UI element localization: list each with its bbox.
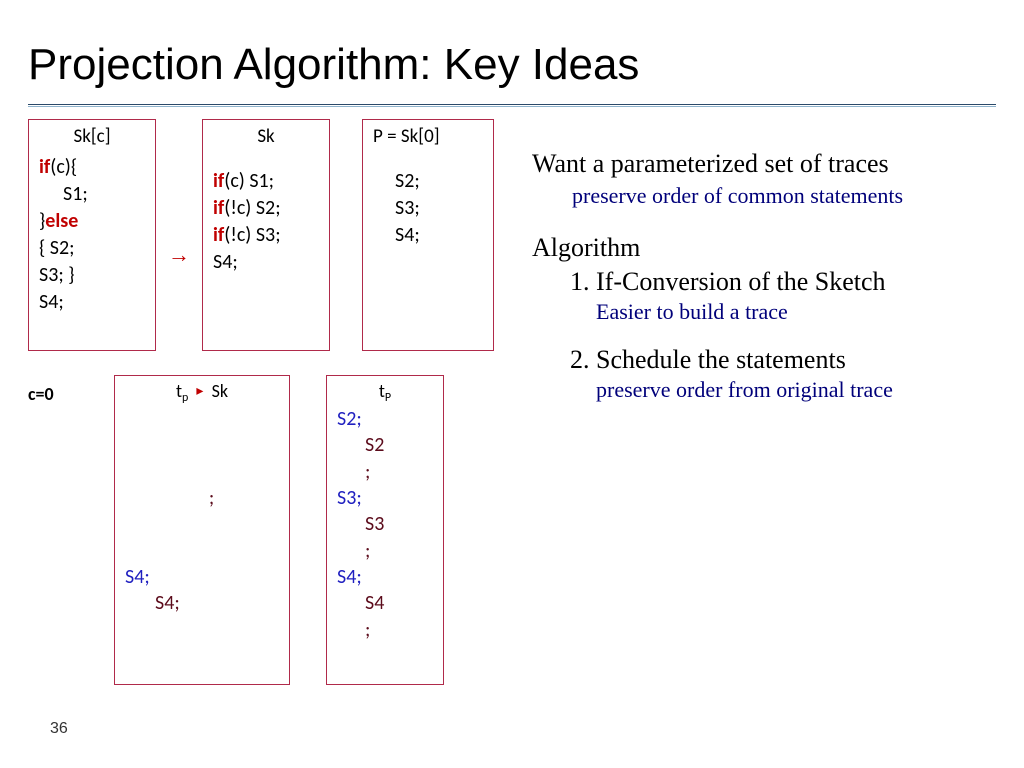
algorithm-list: If-Conversion of the Sketch Easier to bu…	[532, 267, 996, 403]
box-label: P = Sk[0]	[373, 124, 483, 150]
box-label: Sk[c]	[39, 124, 145, 150]
code-line: { S2;	[39, 235, 145, 262]
code-line: if(c){	[39, 154, 145, 181]
code-line: S4;	[213, 249, 319, 276]
code-line: if(c) S1;	[213, 168, 319, 195]
trace-line: S2	[337, 432, 433, 458]
right-column: Want a parameterized set of traces prese…	[532, 119, 996, 685]
trace-line: ;	[337, 617, 433, 643]
trace-header: tp ▸ Sk	[125, 380, 279, 404]
trace-line: S1;	[125, 459, 279, 485]
trace-line: ) S3;	[125, 511, 279, 537]
trace-line: S2;	[337, 406, 433, 432]
trace-line: S4	[337, 590, 433, 616]
heading-algorithm: Algorithm	[532, 233, 996, 263]
list-subtext: Easier to build a trace	[596, 299, 996, 325]
trace-line: ) S3;	[125, 538, 279, 564]
slide-number: 36	[50, 720, 68, 738]
code-line: }else	[39, 208, 145, 235]
lower-row: c=0 tp ▸ Sk S1; ) S2; S1; ) S2; ) S3; ) …	[28, 375, 508, 685]
code-boxes-row: Sk[c] if(c){ S1; }else { S2; S3; } S4; →…	[28, 119, 508, 351]
codebox-sk-c: Sk[c] if(c){ S1; }else { S2; S3; } S4;	[28, 119, 156, 351]
trace-line: S3	[337, 511, 433, 537]
box-label: Sk	[213, 124, 319, 150]
trace-line: ;	[337, 538, 433, 564]
arrow-icon: →	[166, 242, 192, 268]
code-line: S2;	[373, 168, 483, 195]
tracebox-tp: tP S2; S2 ; S3; S3 ; S4; S4 ;	[326, 375, 444, 685]
code-line: S3;	[373, 195, 483, 222]
left-column: Sk[c] if(c){ S1; }else { S2; S3; } S4; →…	[28, 119, 508, 685]
slide: Projection Algorithm: Key Ideas Sk[c] if…	[0, 0, 1024, 768]
slide-title: Projection Algorithm: Key Ideas	[28, 40, 996, 90]
trace-line: S4;	[125, 564, 279, 590]
list-subtext: preserve order from original trace	[596, 377, 996, 403]
trace-line: S1;	[125, 406, 279, 432]
columns: Sk[c] if(c){ S1; }else { S2; S3; } S4; →…	[28, 119, 996, 685]
code-line: if(!c) S2;	[213, 195, 319, 222]
code-line: S3; }	[39, 262, 145, 289]
trace-line: ;	[337, 459, 433, 485]
triangle-icon: ▸	[196, 382, 203, 399]
trace-header: tP	[337, 380, 433, 404]
trace-line: S4;	[337, 564, 433, 590]
title-rule	[28, 104, 996, 107]
code-line: S4;	[39, 289, 145, 316]
codebox-p: P = Sk[0] S2; S3; S4;	[362, 119, 494, 351]
code-line: S4;	[373, 222, 483, 249]
trace-line: ) S2;	[125, 485, 279, 511]
trace-line: ) S2;	[125, 432, 279, 458]
tracebox-tp-sk: tp ▸ Sk S1; ) S2; S1; ) S2; ) S3; ) S3; …	[114, 375, 290, 685]
list-item: If-Conversion of the Sketch Easier to bu…	[596, 267, 996, 325]
trace-line: S4;	[125, 590, 279, 616]
subtext: preserve order of common statements	[532, 183, 996, 209]
code-line: if(!c) S3;	[213, 222, 319, 249]
list-item: Schedule the statements preserve order f…	[596, 345, 996, 403]
codebox-sk: Sk if(c) S1; if(!c) S2; if(!c) S3; S4;	[202, 119, 330, 351]
trace-line: S3;	[337, 485, 433, 511]
code-line: S1;	[39, 181, 145, 208]
heading-want: Want a parameterized set of traces	[532, 149, 996, 179]
c-equals-label: c=0	[28, 375, 78, 405]
